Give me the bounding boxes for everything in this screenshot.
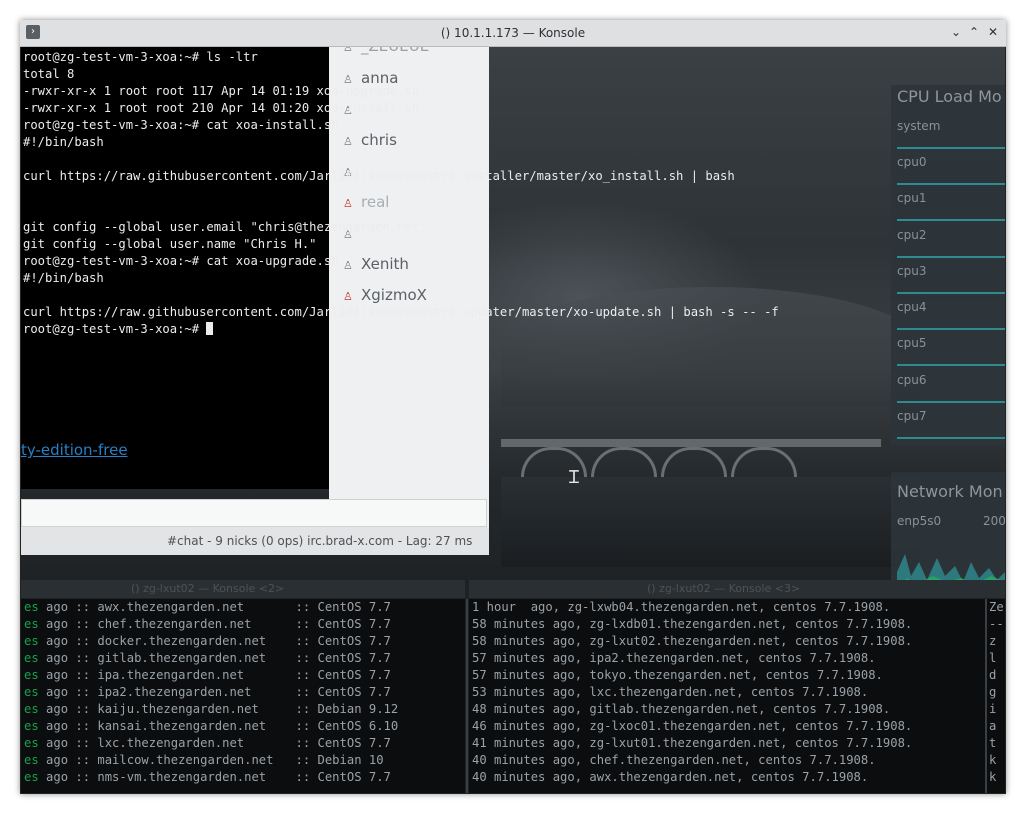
konsole-2-output: es ago :: awx.thezengarden.net :: CentOS… <box>24 600 399 784</box>
bridge-arch <box>591 447 657 480</box>
cpu-label: cpu7 <box>897 409 927 423</box>
cpu-graph-line <box>897 364 1005 366</box>
terminal-line: git config --global user.name "Chris H." <box>23 237 317 251</box>
window-content: ♙ _ZEUEUE ♙ anna ♙ ♙ chris ♙ ♙ real ♙ ♙ … <box>21 47 1005 793</box>
chat-input[interactable] <box>21 499 487 527</box>
konsole-3-output: 1 hour ago, zg-lxwb04.thezengarden.net, … <box>472 600 913 784</box>
terminal-line: -rwxr-xr-x 1 root root 210 Apr 14 01:20 … <box>23 101 420 115</box>
minimize-icon[interactable]: ⌄ <box>948 24 964 40</box>
link-fragment[interactable]: ty-edition-free <box>21 441 128 459</box>
cpu-label: cpu1 <box>897 191 927 205</box>
cpu-graph-line <box>897 147 1005 149</box>
close-icon[interactable]: ✕ <box>985 24 1001 40</box>
konsole-3-titlebar[interactable]: () zg-lxut02 — Konsole <3> <box>469 580 1005 598</box>
terminal-output: root@zg-test-vm-3-xoa:~# ls -ltr total 8… <box>23 49 779 338</box>
terminal-prompt: root@zg-test-vm-3-xoa:~# <box>23 322 207 336</box>
chat-status-bar: #chat - 9 nicks (0 ops) irc.brad-x.com -… <box>21 527 489 555</box>
konsole-4-output: Ze -- z l d g i a t k k <box>989 600 1004 784</box>
terminal-line: root@zg-test-vm-3-xoa:~# ls -ltr <box>23 50 258 64</box>
chat-status-text: #chat - 9 nicks (0 ops) irc.brad-x.com -… <box>167 534 473 548</box>
bridge-arch <box>731 447 797 480</box>
cpu-graph-line <box>897 401 1005 403</box>
cpu-label: cpu6 <box>897 373 927 387</box>
cpu-graph-line <box>897 328 1005 330</box>
terminal-line: total 8 <box>23 67 75 81</box>
cpu-graph-line <box>897 437 1005 439</box>
konsole-4-terminal[interactable]: Ze -- z l d g i a t k k <box>987 599 1005 793</box>
maximize-icon[interactable]: ⌃ <box>966 24 982 40</box>
terminal-line: curl https://raw.githubusercontent.com/J… <box>23 169 735 183</box>
network-monitor-title: Network Mon <box>897 482 1003 501</box>
network-value: 200 <box>983 514 1005 528</box>
cpu-label: cpu5 <box>897 336 927 350</box>
network-iface: enp5s0 <box>897 514 942 528</box>
cpu-graph-line <box>897 256 1005 258</box>
terminal-caret <box>206 322 214 335</box>
cpu-label: cpu4 <box>897 300 927 314</box>
terminal-line: #!/bin/bash <box>23 135 104 149</box>
window-title: () 10.1.1.173 — Konsole <box>440 26 586 40</box>
konsole-3-terminal[interactable]: 1 hour ago, zg-lxwb04.thezengarden.net, … <box>469 599 985 793</box>
wallpaper-water <box>501 477 921 567</box>
text-cursor-icon: Ɪ <box>569 467 580 488</box>
bridge-arch <box>661 447 727 480</box>
pane-divider[interactable] <box>466 599 468 793</box>
terminal-line: curl https://raw.githubusercontent.com/J… <box>23 305 779 319</box>
cpu-graph-line <box>897 292 1005 294</box>
terminal-view[interactable]: root@zg-test-vm-3-xoa:~# ls -ltr total 8… <box>21 47 779 489</box>
cpu-graph-line <box>897 183 1005 185</box>
terminal-line: #!/bin/bash <box>23 271 104 285</box>
konsole-2-terminal[interactable]: es ago :: awx.thezengarden.net :: CentOS… <box>21 599 465 793</box>
konsole-2-title: () zg-lxut02 — Konsole <2> <box>131 582 285 595</box>
terminal-line: -rwxr-xr-x 1 root root 117 Apr 14 01:19 … <box>23 84 420 98</box>
cpu-label: cpu2 <box>897 228 927 242</box>
terminal-line: root@zg-test-vm-3-xoa:~# cat xoa-install… <box>23 118 339 132</box>
wallpaper-bridge <box>501 439 881 447</box>
cpu-label: system <box>897 119 941 133</box>
terminal-line: git config --global user.email "chris@th… <box>23 220 427 234</box>
cpu-monitor-title: CPU Load Mo <box>897 87 1002 106</box>
konsole-3-title: () zg-lxut02 — Konsole <3> <box>647 582 801 595</box>
network-monitor: Network Mon enp5s0 200 <box>891 472 1005 592</box>
cpu-graph-line <box>897 219 1005 221</box>
konsole-window: › () 10.1.1.173 — Konsole ⌄ ⌃ ✕ ♙ _ZEUEU… <box>20 20 1006 794</box>
cpu-load-monitor: CPU Load Mo system cpu0 cpu1 cpu2 cpu3 c… <box>891 85 1005 445</box>
terminal-line: root@zg-test-vm-3-xoa:~# cat xoa-upgrade… <box>23 254 339 268</box>
konsole-2-titlebar[interactable]: () zg-lxut02 — Konsole <2> <box>21 580 465 598</box>
cpu-label: cpu0 <box>897 155 927 169</box>
cpu-label: cpu3 <box>897 264 927 278</box>
title-bar[interactable]: › () 10.1.1.173 — Konsole ⌄ ⌃ ✕ <box>20 20 1006 47</box>
